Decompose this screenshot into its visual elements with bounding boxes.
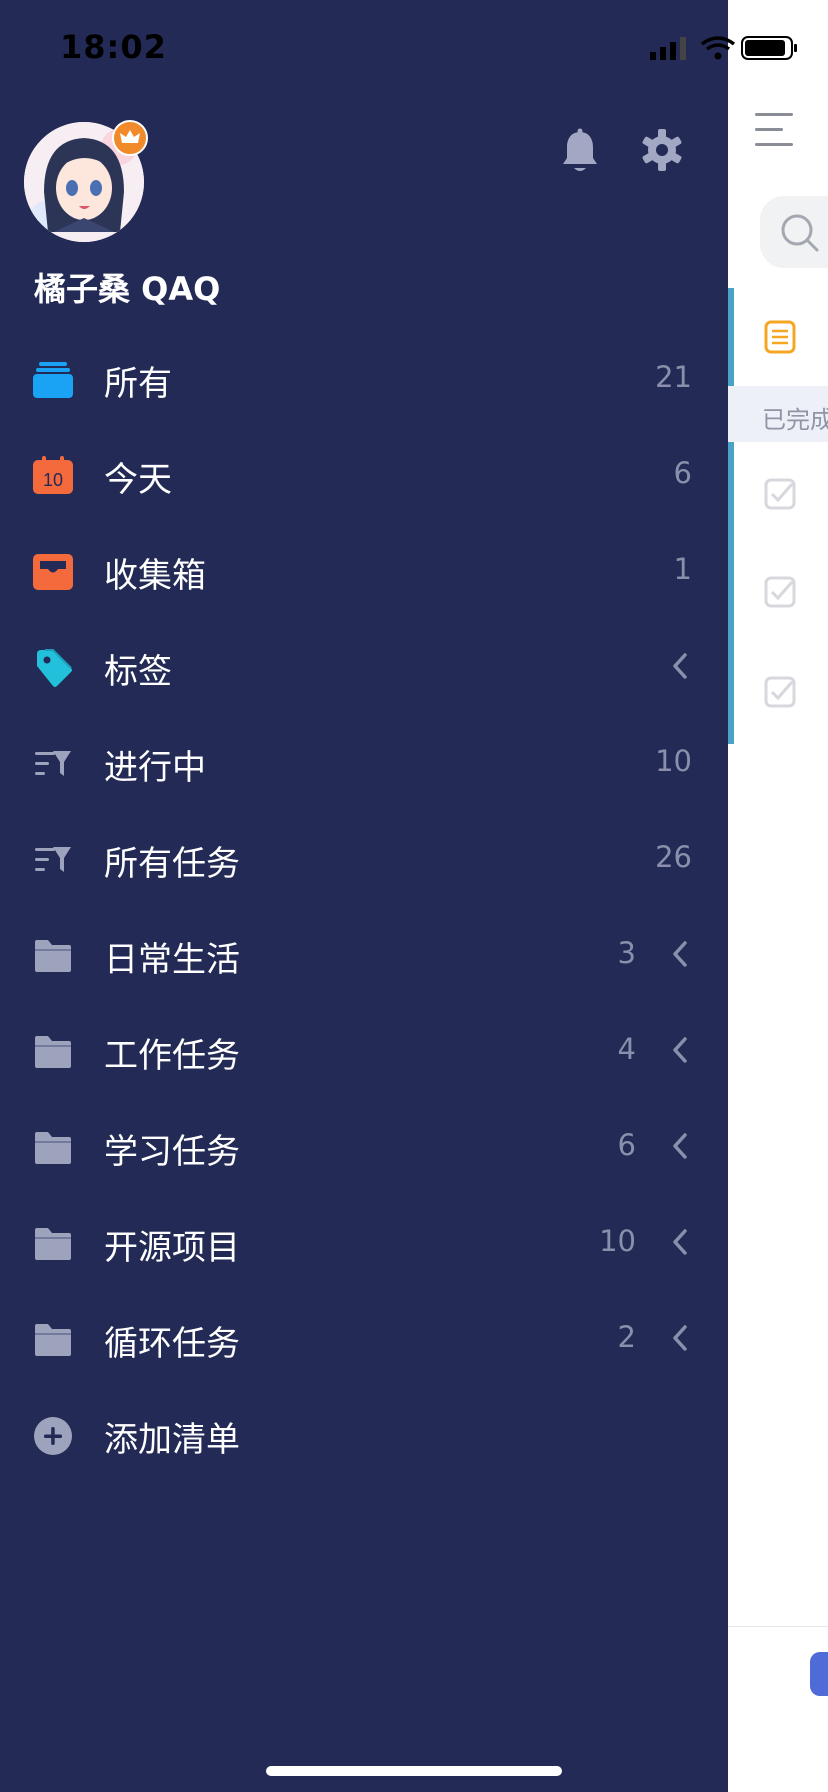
chevron-left-icon[interactable] [672,940,688,968]
menu-item-count: 6 [673,456,692,490]
menu-item-label: 学习任务 [104,1132,240,1172]
folder-icon [35,1228,71,1260]
menu-item-label: 所有 [104,364,172,404]
add-task-button[interactable] [810,1652,828,1696]
tag-icon [37,649,72,687]
plus-circle-icon [34,1417,72,1455]
bell-icon[interactable] [560,128,600,176]
list-icon [764,320,796,354]
menu-item-in-progress[interactable]: 进行中 10 [0,716,728,812]
menu-item-label: 日常生活 [104,940,240,980]
chevron-left-icon[interactable] [672,652,688,680]
add-list-button[interactable]: 添加清单 [0,1388,728,1484]
menu-item-count: 1 [673,552,692,586]
chevron-left-icon[interactable] [672,1036,688,1064]
inbox-icon [33,554,73,590]
chevron-left-icon[interactable] [672,1228,688,1256]
filter-icon [35,751,71,776]
chevron-left-icon[interactable] [672,1324,688,1352]
divider [728,1626,828,1627]
menu-item-count: 10 [599,1224,636,1258]
filter-icon [35,847,71,872]
checkbox-checked-icon[interactable] [764,576,796,608]
folder-icon [35,1132,71,1164]
completed-accent-bar [728,442,734,744]
gear-icon[interactable] [640,128,684,172]
folder-icon [35,940,71,972]
menu-item-count: 21 [655,360,692,394]
checkbox-checked-icon[interactable] [764,676,796,708]
menu-item-label: 今天 [104,460,172,500]
search-input[interactable] [760,196,828,268]
stack-icon [33,362,73,398]
side-drawer: 18:02 橘子桑 QAQ 所有 21 10 今天 6 收集箱 1 标签 进行中… [0,0,797,1792]
home-indicator[interactable] [266,1766,562,1776]
menu-item-inbox[interactable]: 收集箱 1 [0,524,728,620]
status-icons [650,36,797,60]
calendar-day: 10 [43,470,63,490]
status-time: 18:02 [60,28,167,66]
menu-item-label: 循环任务 [104,1324,240,1364]
menu-item-count: 26 [655,840,692,874]
menu-item-recurring-tasks[interactable]: 循环任务 2 [0,1292,728,1388]
menu-item-count: 6 [617,1128,636,1162]
avatar[interactable] [24,120,148,242]
completed-section-header[interactable]: 已完成 [728,386,828,442]
completed-label: 已完成 [762,406,828,434]
menu-item-all[interactable]: 所有 21 [0,332,728,428]
menu-item-label: 标签 [104,652,172,692]
list-accent-bar [728,288,734,386]
main-page: 已完成 [728,0,828,1792]
menu-item-label: 工作任务 [104,1036,240,1076]
menu-item-label: 收集箱 [104,556,206,596]
menu-item-count: 10 [655,744,692,778]
menu-item-label: 进行中 [104,748,206,788]
menu-item-count: 4 [617,1032,636,1066]
menu-item-open-source[interactable]: 开源项目 10 [0,1196,728,1292]
drawer-menu: 所有 21 10 今天 6 收集箱 1 标签 进行中 10 所有任务 26 日常… [0,332,728,1484]
menu-item-work-tasks[interactable]: 工作任务 4 [0,1004,728,1100]
hamburger-icon[interactable] [755,113,799,149]
menu-item-count: 3 [617,936,636,970]
checkbox-checked-icon[interactable] [764,478,796,510]
menu-item-tags[interactable]: 标签 [0,620,728,716]
calendar-icon: 10 [33,456,73,494]
menu-item-study-tasks[interactable]: 学习任务 6 [0,1100,728,1196]
menu-item-label: 所有任务 [104,844,240,884]
folder-icon [35,1324,71,1356]
chevron-left-icon[interactable] [672,1132,688,1160]
crown-icon [120,130,140,143]
menu-item-daily-life[interactable]: 日常生活 3 [0,908,728,1004]
search-icon [781,214,819,252]
menu-item-label: 添加清单 [104,1420,240,1460]
menu-item-label: 开源项目 [104,1228,240,1268]
vip-crown-badge [112,120,148,156]
username: 橘子桑 QAQ [34,270,221,308]
menu-item-today[interactable]: 10 今天 6 [0,428,728,524]
menu-item-count: 2 [617,1320,636,1354]
menu-item-all-tasks[interactable]: 所有任务 26 [0,812,728,908]
folder-icon [35,1036,71,1068]
